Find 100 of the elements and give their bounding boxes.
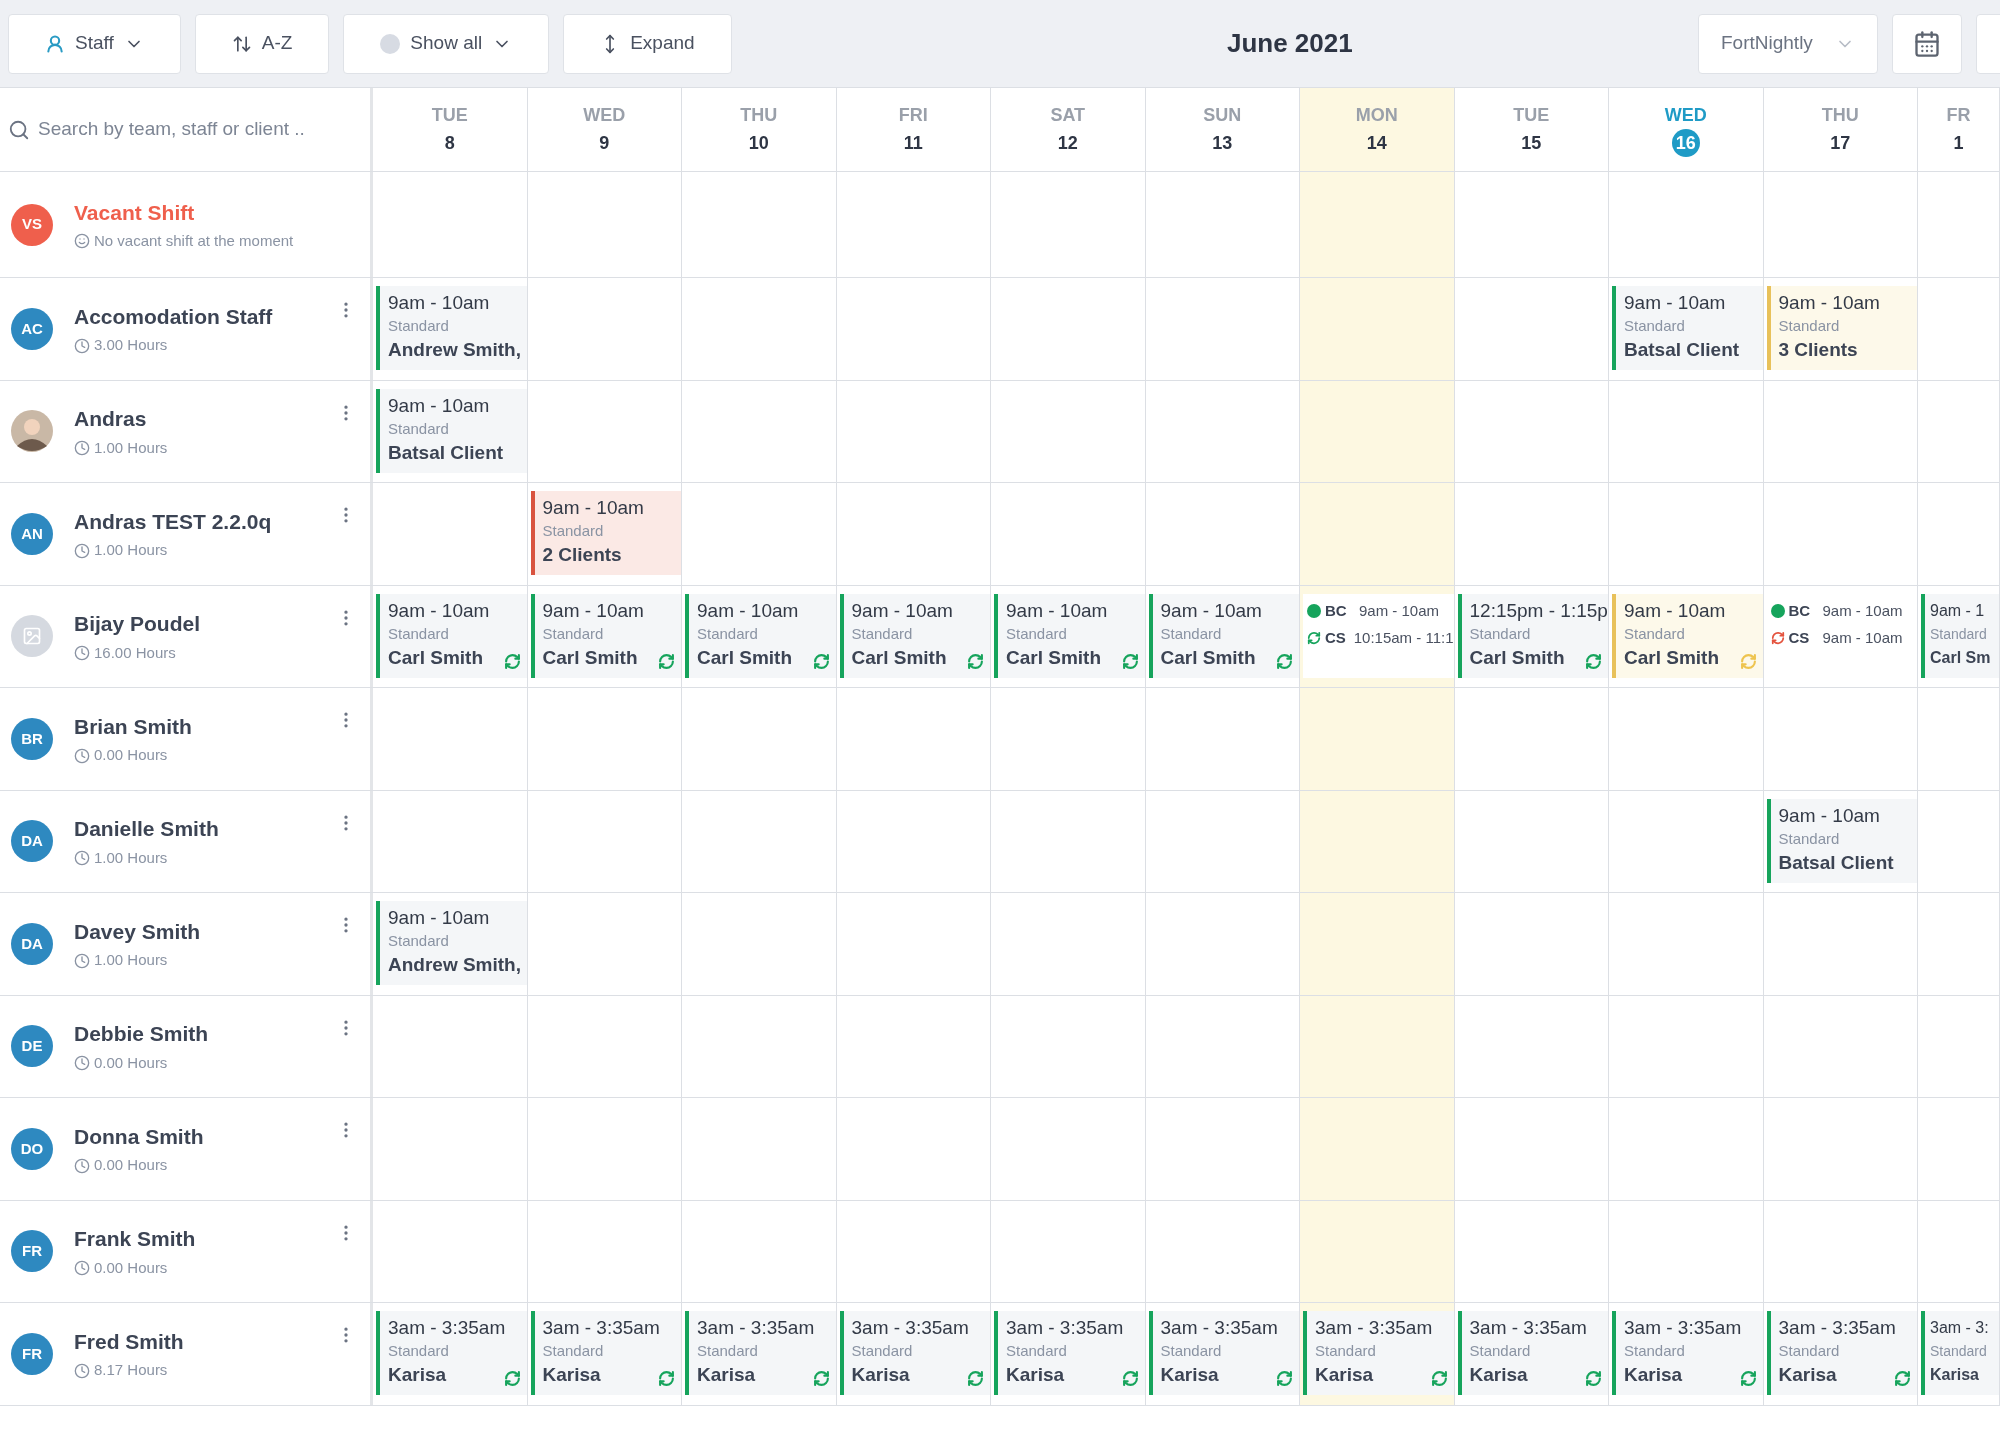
clock-icon: [74, 850, 90, 866]
staff-name[interactable]: Frank Smith: [74, 1223, 315, 1255]
shift-card[interactable]: 9am - 1 Standard Carl Sm: [1921, 593, 1999, 678]
client-code: BC: [1325, 600, 1348, 621]
shift-summary[interactable]: BC 9am - 10am CS 10:15am - 11:1: [1303, 593, 1454, 678]
staff-name[interactable]: Danielle Smith: [74, 813, 315, 845]
staff-name[interactable]: Brian Smith: [74, 710, 315, 743]
client-name: 2 Clients: [542, 543, 622, 567]
shift-card[interactable]: 9am - 10am Standard Andrew Smith,: [376, 901, 527, 985]
shift-card[interactable]: 9am - 10am Standard Batsal Client: [376, 388, 527, 473]
client-name: Carl Smith: [542, 645, 638, 670]
staff-name[interactable]: Debbie Smith: [74, 1018, 315, 1050]
shift-type: Standard: [388, 931, 450, 951]
clock-icon: [74, 645, 90, 661]
shift-card[interactable]: 3am - 3:35am Standard Karisa: [994, 1311, 1145, 1395]
shift-card[interactable]: 3am - 3:35am Standard Karisa: [376, 1311, 527, 1395]
shift-card[interactable]: 9am - 10am Standard Carl Smith: [1148, 593, 1299, 678]
toolbar-button[interactable]: Show all: [343, 13, 550, 74]
shift-time: 9am - 10am: [1006, 598, 1109, 623]
shift-card[interactable]: 9am - 10am Standard Carl Smith: [530, 593, 681, 678]
month-title: June 2021: [1226, 27, 1353, 60]
client-name: Karisa: [851, 1363, 910, 1387]
client-name: Karisa: [1315, 1363, 1374, 1387]
client-name: Carl Smith: [851, 645, 947, 670]
shift-card[interactable]: 9am - 10am Standard 3 Clients: [1766, 286, 1917, 370]
shift-card[interactable]: 3am - 3:35am Standard Karisa: [1303, 1311, 1454, 1395]
shift-time: 9am - 10am: [1624, 291, 1727, 315]
search-field[interactable]: Search by team, staff or client ..: [38, 115, 362, 144]
client-name: Karisa: [1006, 1363, 1065, 1387]
shift-card[interactable]: 9am - 10am Standard Carl Smith: [1612, 593, 1763, 678]
shift-type: Standard: [1624, 1341, 1686, 1361]
client-name: Carl Smith: [1469, 645, 1565, 670]
client-code: CS: [1325, 627, 1347, 648]
day-date: 8: [443, 131, 456, 155]
client-name: Carl Smith: [388, 645, 484, 670]
shift-card[interactable]: 3am - 3:35am Standard Karisa: [530, 1311, 681, 1395]
shift-card[interactable]: 3am - 3: Standard Karisa: [1921, 1311, 1999, 1395]
shift-card[interactable]: 3am - 3:35am Standard Karisa: [839, 1311, 990, 1395]
day-date: 12: [1056, 131, 1079, 155]
clock-icon: [74, 1157, 90, 1174]
shift-card[interactable]: 9am - 10am Standard Andrew Smith,: [376, 286, 527, 370]
client-name: Andrew Smith,: [388, 338, 521, 362]
shift-type: Standard: [1315, 1341, 1377, 1361]
shift-card[interactable]: 9am - 10am Standard Carl Smith: [839, 593, 990, 678]
shift-card[interactable]: 9am - 10am Standard Carl Smith: [685, 593, 836, 678]
hours-text: 8.17 Hours: [94, 1360, 168, 1381]
shift-type: Standard: [1930, 1342, 1988, 1361]
smile-icon: [74, 233, 90, 250]
toolbar-button[interactable]: Expand: [563, 13, 732, 74]
day-name: THU: [740, 104, 778, 127]
client-name: Karisa: [542, 1363, 601, 1387]
shift-type: Standard: [388, 623, 450, 644]
staff-name[interactable]: Accomodation Staff: [74, 300, 315, 333]
client-name: Karisa: [1930, 1365, 1979, 1385]
client-name: Karisa: [388, 1363, 447, 1387]
toolbar-button[interactable]: A-Z: [194, 13, 330, 74]
shift-type: Standard: [697, 1341, 759, 1361]
shift-type: Standard: [697, 623, 759, 644]
shift-card[interactable]: 3am - 3:35am Standard Karisa: [1612, 1311, 1763, 1395]
shift-card[interactable]: 3am - 3:35am Standard Karisa: [1766, 1311, 1917, 1395]
shift-card[interactable]: 9am - 10am Standard Batsal Client: [1612, 286, 1763, 370]
shift-time: 9am - 10am: [851, 598, 954, 623]
shift-card[interactable]: 9am - 10am Standard Carl Smith: [376, 593, 527, 678]
client-name: Carl Smith: [1006, 645, 1102, 670]
day-name: SUN: [1203, 104, 1242, 127]
shift-card[interactable]: 3am - 3:35am Standard Karisa: [1457, 1311, 1608, 1395]
shift-time: 9am - 10am: [542, 598, 645, 623]
staff-name[interactable]: Bijay Poudel: [74, 608, 315, 640]
clock-icon: [74, 542, 90, 559]
calendar-icon: [1913, 29, 1941, 58]
staff-name[interactable]: Fred Smith: [74, 1325, 315, 1358]
day-name: WED: [1664, 104, 1707, 127]
shift-type: Standard: [1469, 1341, 1532, 1361]
client-name: Andrew Smith,: [388, 953, 521, 977]
avatar: FR: [11, 1230, 53, 1273]
day-date: 11: [902, 131, 924, 155]
staff-name[interactable]: Davey Smith: [74, 915, 315, 948]
hours-text: 1.00 Hours: [94, 540, 168, 561]
day-name: TUE: [431, 104, 468, 127]
toolbar-button[interactable]: Staff: [8, 13, 181, 74]
staff-name[interactable]: Andras TEST 2.2.0q: [74, 505, 315, 538]
shift-time: 3am - 3:35am: [1315, 1316, 1434, 1340]
shift-card[interactable]: 9am - 10am Standard Carl Smith: [994, 593, 1145, 678]
client-name: Karisa: [697, 1363, 756, 1387]
shift-card[interactable]: 3am - 3:35am Standard Karisa: [685, 1311, 836, 1395]
shift-card[interactable]: 9am - 10am Standard Batsal Client: [1766, 798, 1917, 883]
shift-type: Standard: [1778, 828, 1841, 849]
shift-type: Standard: [1778, 1341, 1841, 1361]
shift-card[interactable]: 9am - 10am Standard 2 Clients: [530, 491, 681, 575]
shift-type: Standard: [1469, 623, 1532, 644]
shift-card[interactable]: 12:15pm - 1:15p Standard Carl Smith: [1457, 593, 1608, 678]
staff-name[interactable]: Andras: [74, 403, 315, 435]
clock-icon: [74, 440, 90, 456]
shift-time: 3am - 3:: [1930, 1318, 1990, 1338]
avatar: AN: [11, 512, 53, 555]
calendar-button[interactable]: [1892, 13, 1962, 74]
staff-name[interactable]: Donna Smith: [74, 1120, 315, 1153]
shift-time: 12:15pm - 1:15p: [1469, 598, 1608, 623]
view-select[interactable]: FortNightly: [1698, 13, 1878, 74]
shift-card[interactable]: 3am - 3:35am Standard Karisa: [1148, 1311, 1299, 1395]
